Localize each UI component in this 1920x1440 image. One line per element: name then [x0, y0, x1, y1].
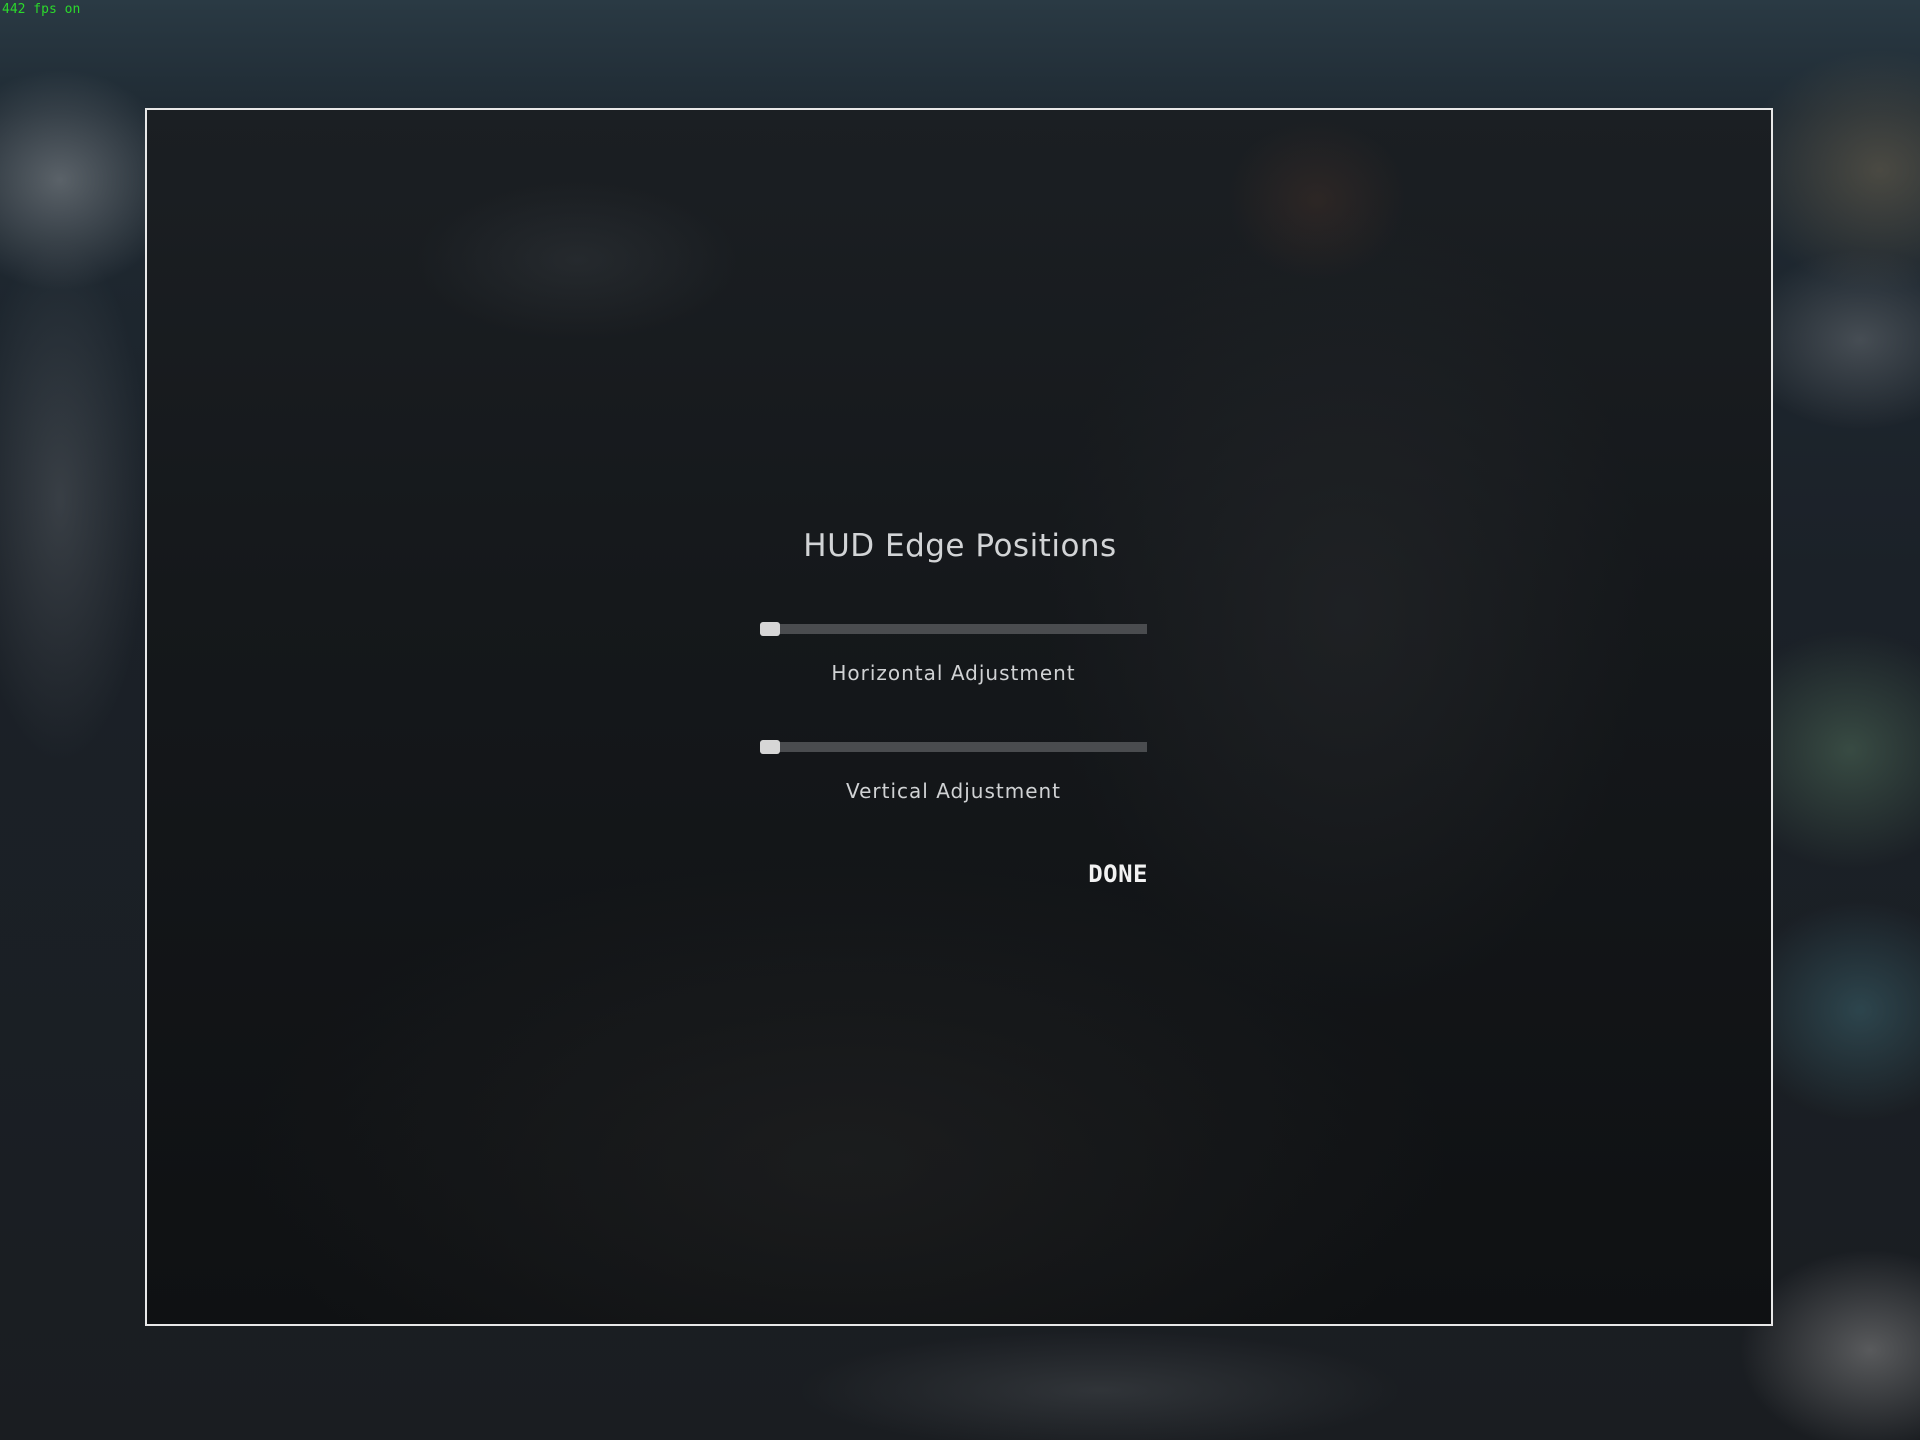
done-button[interactable]: DONE: [1068, 860, 1148, 888]
horizontal-adjustment-slider[interactable]: [760, 622, 1147, 636]
dialog-title: HUD Edge Positions: [803, 528, 1117, 564]
vertical-slider-thumb[interactable]: [760, 740, 780, 754]
fps-counter: 442 fps on: [2, 2, 81, 17]
hud-edge-positions-dialog: HUD Edge Positions Horizontal Adjustment…: [740, 520, 1180, 900]
vertical-adjustment-slider[interactable]: [760, 740, 1147, 754]
horizontal-adjustment-label: Horizontal Adjustment: [831, 661, 1076, 685]
horizontal-slider-thumb[interactable]: [760, 622, 780, 636]
vertical-adjustment-label: Vertical Adjustment: [845, 779, 1062, 803]
